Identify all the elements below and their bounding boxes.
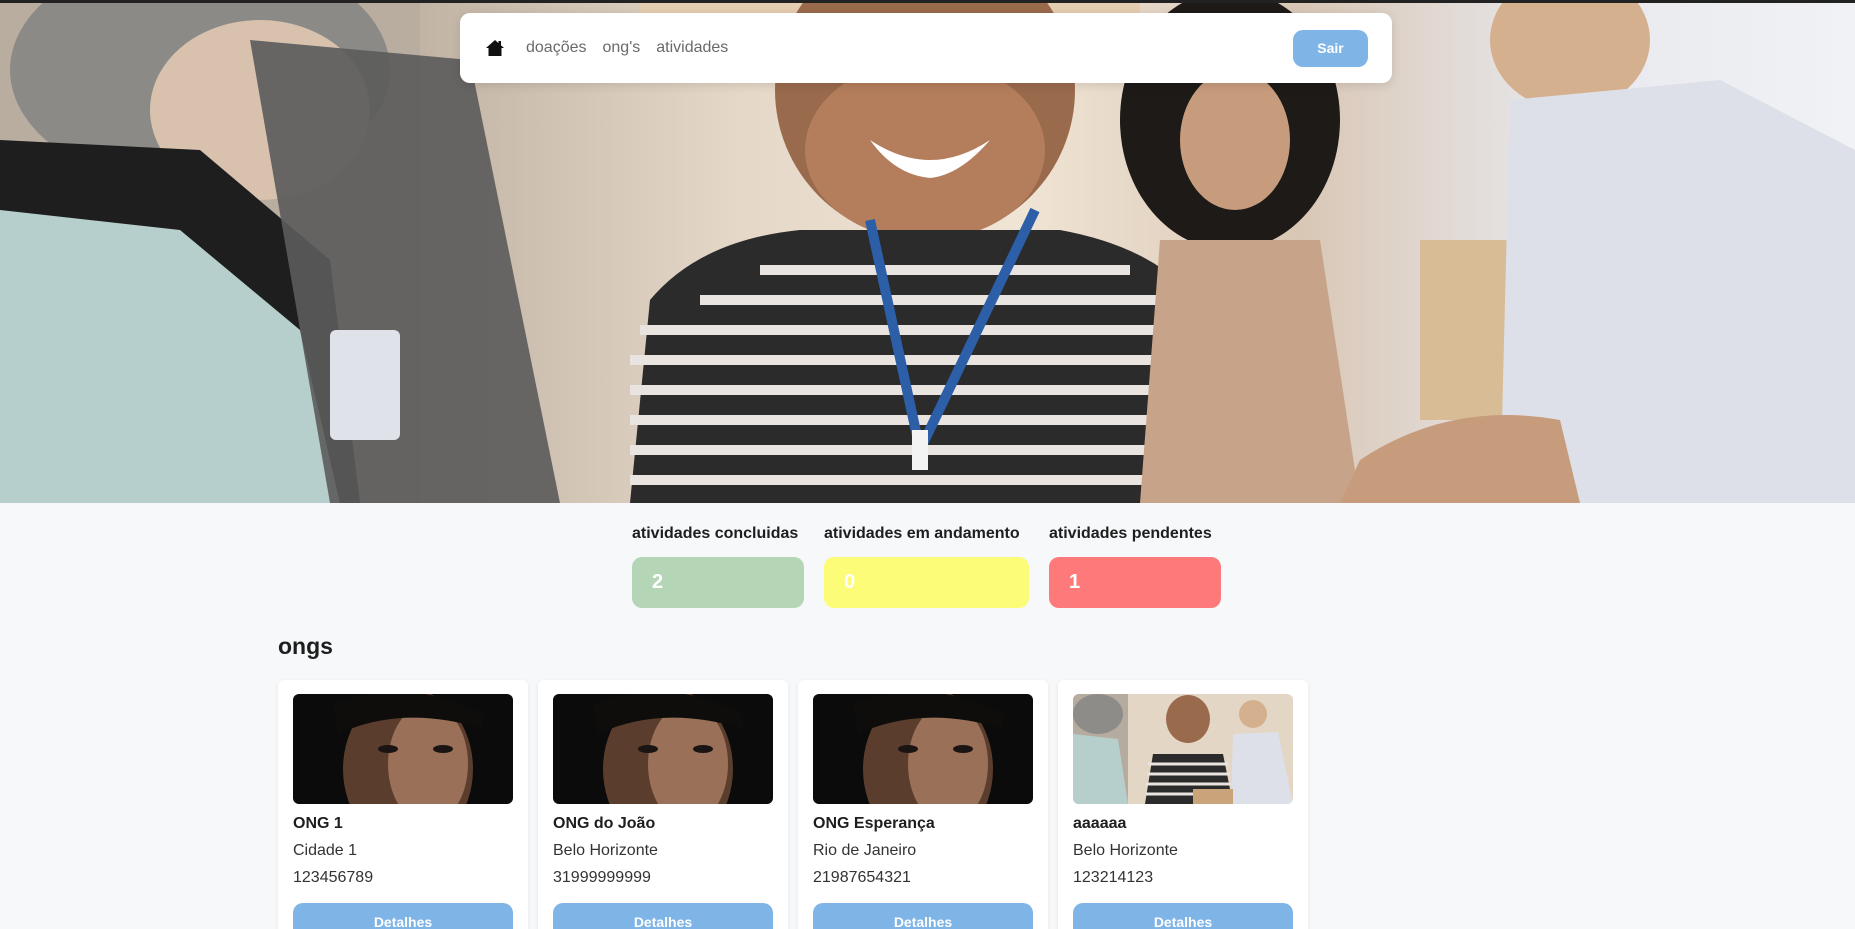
- ong-phone: 123214123: [1073, 869, 1154, 886]
- ong-card: ONG 1 Cidade 1 123456789 Detalhes: [278, 680, 528, 929]
- activity-stats: atividades concluidas 2 atividades em an…: [632, 521, 1241, 608]
- stat-label: atividades pendentes: [1049, 525, 1212, 542]
- ong-city: Belo Horizonte: [1073, 842, 1178, 859]
- details-button[interactable]: Detalhes: [1073, 903, 1293, 929]
- ong-city: Belo Horizonte: [553, 842, 658, 859]
- stat-label: atividades em andamento: [824, 525, 1020, 542]
- ong-phone: 123456789: [293, 869, 374, 886]
- ong-phone: 31999999999: [553, 869, 651, 886]
- details-button[interactable]: Detalhes: [553, 903, 773, 929]
- top-line: [0, 0, 1855, 3]
- ong-image: [293, 694, 513, 804]
- ong-image: [1073, 694, 1293, 804]
- ong-card-list: ONG 1 Cidade 1 123456789 Detalhes ONG do…: [278, 680, 1318, 929]
- stat-in-progress: atividades em andamento 0: [824, 521, 1029, 608]
- stat-value: 1: [1049, 557, 1221, 608]
- home-icon[interactable]: [484, 37, 506, 59]
- nav-link-ongs[interactable]: ong's: [603, 39, 641, 57]
- ong-card: ONG Esperança Rio de Janeiro 21987654321…: [798, 680, 1048, 929]
- ong-image: [553, 694, 773, 804]
- ong-card: aaaaaa Belo Horizonte 123214123 Detalhes: [1058, 680, 1308, 929]
- ong-city: Rio de Janeiro: [813, 842, 917, 859]
- navbar: doações ong's atividades Sair: [460, 13, 1392, 83]
- nav-link-doacoes[interactable]: doações: [526, 39, 587, 57]
- nav-link-atividades[interactable]: atividades: [656, 39, 728, 57]
- ong-name: aaaaaa: [1073, 815, 1127, 832]
- ong-city: Cidade 1: [293, 842, 358, 859]
- logout-button[interactable]: Sair: [1293, 29, 1368, 67]
- ong-phone: 21987654321: [813, 869, 911, 886]
- details-button[interactable]: Detalhes: [813, 903, 1033, 929]
- ong-name: ONG do João: [553, 815, 656, 832]
- stat-completed: atividades concluidas 2: [632, 521, 804, 608]
- ong-card: ONG do João Belo Horizonte 31999999999 D…: [538, 680, 788, 929]
- stat-value: 0: [824, 557, 1029, 608]
- stat-value: 2: [632, 557, 804, 608]
- section-title-ongs: ongs: [278, 633, 333, 659]
- ong-name: ONG Esperança: [813, 815, 935, 832]
- ong-name: ONG 1: [293, 815, 343, 832]
- stat-label: atividades concluidas: [632, 525, 799, 542]
- details-button[interactable]: Detalhes: [293, 903, 513, 929]
- stat-pending: atividades pendentes 1: [1049, 521, 1221, 608]
- ong-image: [813, 694, 1033, 804]
